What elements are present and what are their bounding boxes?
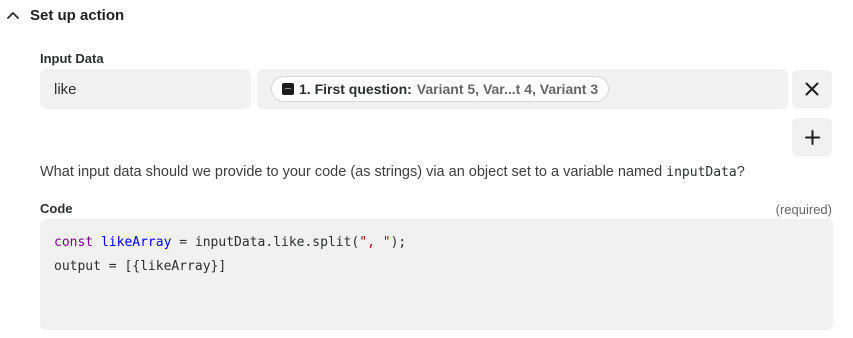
token-step-label: 1. First question: [299,81,412,97]
code-expression: = inputData.like.split( [171,235,360,250]
code-editor[interactable]: const likeArray = inputData.like.split("… [40,219,833,330]
code-line-1: const likeArray = inputData.like.split("… [54,231,819,255]
input-data-key-value: like [54,80,77,98]
help-text-after: ? [736,164,745,180]
remove-input-button[interactable] [792,70,832,108]
code-end: ); [390,235,407,250]
code-keyword: const [54,235,94,250]
section-title: Set up action [30,6,125,24]
input-data-key-field[interactable]: like [40,69,251,109]
help-text-code: inputData [666,165,737,180]
input-data-help-text: What input data should we provide to you… [40,164,745,180]
code-variable: likeArray [100,235,172,250]
chevron-up-icon [6,8,20,22]
close-icon [805,82,819,96]
help-text-before: What input data should we provide to you… [40,164,667,180]
code-label: Code [40,201,73,216]
code-string: ", " [359,235,391,250]
section-header-toggle[interactable]: Set up action [0,0,124,30]
app-logo-icon [282,83,294,95]
add-input-button[interactable] [792,118,832,156]
required-indicator: (required) [775,202,832,217]
plus-icon [804,129,820,145]
mapped-field-token[interactable]: 1. First question: Variant 5, Var...t 4,… [271,76,610,102]
token-values-label: Variant 5, Var...t 4, Variant 3 [416,81,599,97]
input-data-label: Input Data [40,51,104,66]
input-data-value-field[interactable]: 1. First question: Variant 5, Var...t 4,… [257,69,788,109]
code-line-2: output = [{likeArray}] [54,259,227,274]
